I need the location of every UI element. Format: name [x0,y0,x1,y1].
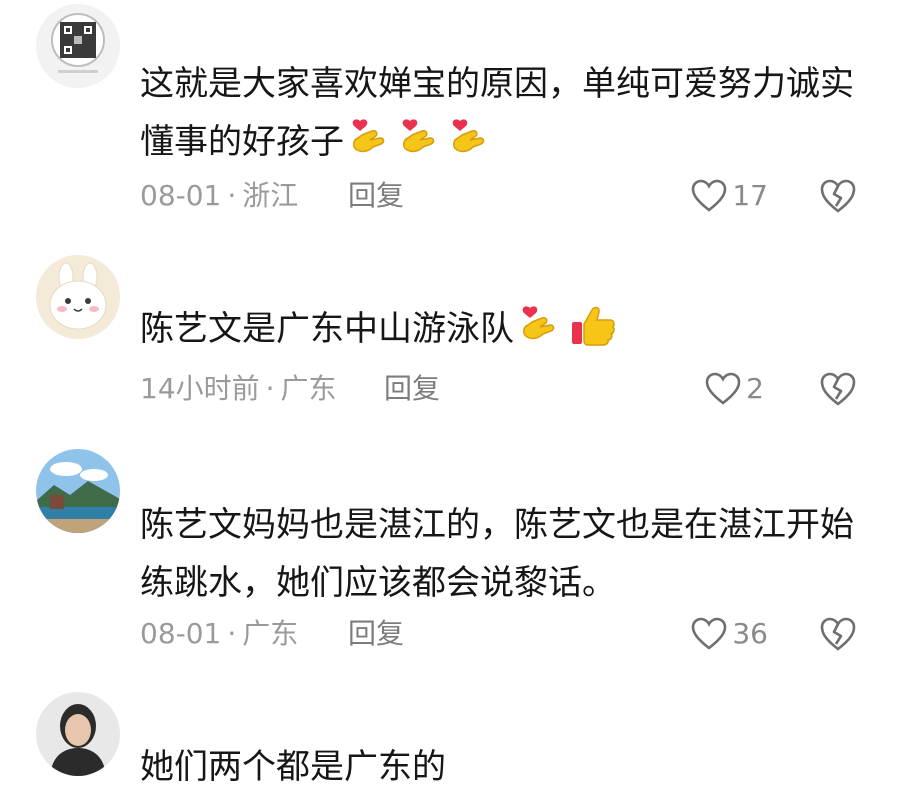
broken-heart-icon [820,179,856,213]
reply-button[interactable]: 回复 [348,614,404,654]
reply-button[interactable]: 回复 [348,176,404,216]
comment-text: 陈艺文妈妈也是湛江的，陈艺文也是在湛江开始 练跳水，她们应该都会说黎话。 [140,496,870,612]
comment-text: 陈艺文是广东中山游泳队 [140,300,870,366]
broken-heart-icon [820,617,856,651]
separator: · [227,179,237,212]
comment-date: 08-01 [140,617,222,650]
comment-meta: 14小时前 · 广东 回复 [140,369,900,409]
separator: · [227,617,237,650]
comment-location: 广东 [242,617,299,650]
comment-text: 这就是大家喜欢婵宝的原因，单纯可爱努力诚实 懂事的好孩子 [140,55,870,179]
avatar[interactable] [36,255,120,339]
reply-button[interactable]: 回复 [384,369,440,409]
like-button[interactable]: 36 [690,614,768,654]
heart-outline-icon [692,617,727,650]
bunny-avatar-icon [36,255,120,339]
comment-line: 懂事的好孩子 [140,122,344,162]
avatar[interactable] [36,4,120,88]
heart-outline-icon [692,179,727,212]
like-count: 17 [732,179,768,212]
person-avatar-icon [36,692,120,776]
landscape-avatar-icon [36,449,120,533]
avatar[interactable] [36,692,120,776]
dislike-button[interactable] [818,369,858,409]
separator: · [265,372,275,405]
comment-text: 她们两个都是广东的 [140,738,870,796]
thumbs-up-emoji-icon [568,302,618,366]
comment-line: 陈艺文妈妈也是湛江的，陈艺文也是在湛江开始 [140,505,854,545]
comment-location: 广东 [280,372,337,405]
comment-line: 这就是大家喜欢婵宝的原因，单纯可爱努力诚实 [140,64,854,104]
heart-fingers-emoji-icon [518,304,564,366]
comment-location: 浙江 [242,179,299,212]
heart-fingers-emoji-icon [398,117,444,179]
like-button[interactable]: 2 [704,369,764,409]
like-button[interactable]: 17 [690,176,768,216]
dislike-button[interactable] [818,614,858,654]
comment-date: 08-01 [140,179,222,212]
heart-fingers-emoji-icon [448,117,494,179]
comment-line: 练跳水，她们应该都会说黎话。 [140,563,616,603]
comment-line-wrap: 懂事的好孩子 [140,113,870,179]
comment-meta: 08-01 · 广东 回复 [140,614,900,654]
comment-line-wrap: 陈艺文是广东中山游泳队 [140,300,870,366]
heart-fingers-emoji-icon [348,117,394,179]
like-count: 2 [746,372,764,405]
broken-heart-icon [820,372,856,406]
dislike-button[interactable] [818,176,858,216]
qr-code-avatar-icon [36,4,120,88]
comment-date: 14小时前 [140,372,260,405]
heart-outline-icon [705,372,741,405]
comment-line: 她们两个都是广东的 [140,747,446,787]
comment-line: 陈艺文是广东中山游泳队 [140,309,514,349]
comment-meta: 08-01 · 浙江 回复 [140,176,900,216]
avatar[interactable] [36,449,120,533]
like-count: 36 [732,617,768,650]
